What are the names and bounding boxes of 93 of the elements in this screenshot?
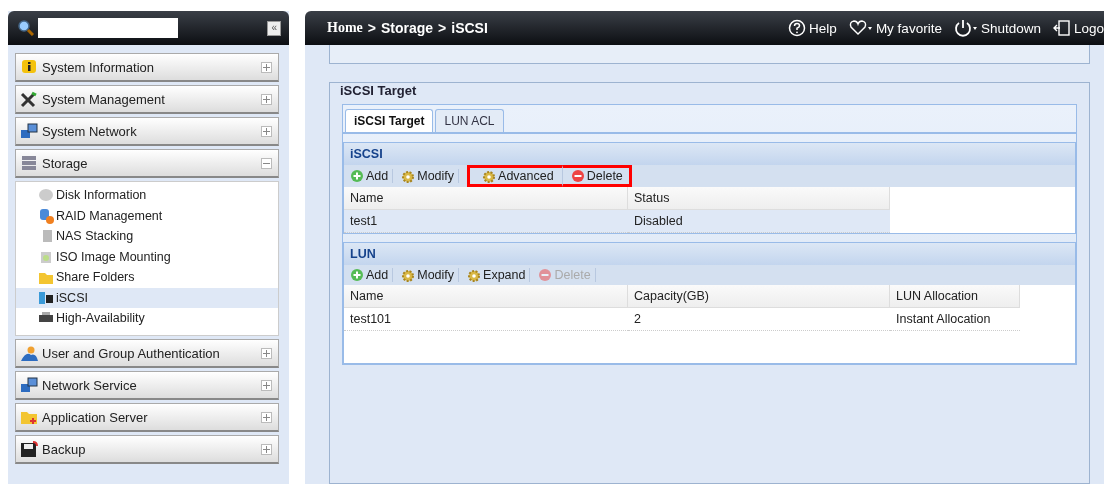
tools-icon	[20, 90, 38, 108]
tab[interactable]: LUN ACL	[435, 109, 504, 132]
breadcrumb-link[interactable]: Storage	[380, 20, 434, 36]
accordion-label: Backup	[42, 441, 87, 457]
expand-icon[interactable]	[261, 411, 272, 423]
tree-item[interactable]: iSCSI	[16, 287, 278, 308]
expand-icon[interactable]	[261, 93, 272, 105]
accordion-label: Application Server	[42, 409, 149, 425]
breadcrumb-current: iSCSI	[451, 20, 488, 36]
tree-item[interactable]: RAID Management	[16, 205, 278, 226]
plus-icon	[263, 413, 270, 421]
panel-title: iSCSI	[344, 143, 1075, 165]
accordion-header[interactable]: Application Server	[15, 403, 279, 432]
accordion-header[interactable]: System Network	[15, 117, 279, 146]
database-icon	[38, 207, 54, 224]
network-icon	[20, 122, 38, 140]
accordion-header[interactable]: Storage	[15, 149, 279, 178]
column-header[interactable]: Name	[344, 285, 628, 308]
column-header[interactable]: Status	[628, 187, 890, 210]
storage-icon	[38, 289, 54, 306]
info-icon	[20, 58, 38, 76]
accordion-header[interactable]: Backup	[15, 435, 279, 464]
breadcrumb-separator: >	[438, 20, 447, 36]
accordion-header[interactable]: Network Service	[15, 371, 279, 400]
toolbar-button[interactable]: Add	[350, 268, 394, 282]
breadcrumb-link[interactable]: Home	[327, 20, 363, 36]
add-icon	[350, 169, 364, 183]
accordion-label: Network Service	[42, 377, 138, 393]
table-cell: 2	[628, 308, 890, 331]
server-icon	[20, 154, 38, 172]
header-link[interactable]: Logo	[1052, 19, 1104, 37]
table-cell: Disabled	[628, 210, 890, 233]
accordion-header[interactable]: System Information	[15, 53, 279, 82]
expand-icon[interactable]	[261, 125, 272, 137]
plus-icon	[263, 127, 270, 135]
power-icon	[953, 19, 978, 37]
heart-icon	[848, 19, 873, 37]
column-header[interactable]: LUN Allocation	[890, 285, 1020, 308]
column-header[interactable]: Capacity(GB)	[628, 285, 890, 308]
expand-icon[interactable]	[261, 347, 272, 359]
accordion-header[interactable]: User and Group Authentication	[15, 339, 279, 368]
toolbar-button[interactable]: Modify	[401, 268, 460, 282]
tree-item[interactable]: NAS Stacking	[16, 226, 278, 247]
toolbar-button[interactable]: Expand	[467, 268, 531, 282]
gear-icon	[401, 268, 416, 282]
gear-icon	[401, 169, 416, 183]
search-icon	[18, 20, 34, 36]
network-icon	[20, 376, 38, 394]
collapse-button[interactable]: «	[267, 20, 281, 36]
door-exit-icon	[1052, 19, 1071, 37]
users-icon	[20, 344, 38, 362]
delete-icon	[538, 268, 553, 282]
toolbar-button[interactable]: Modify	[401, 169, 460, 183]
tree-item[interactable]: High-Availability	[16, 308, 278, 329]
help-icon	[788, 19, 807, 37]
accordion-header[interactable]: System Management	[15, 85, 279, 114]
expand-icon[interactable]	[261, 379, 272, 391]
collapse-icon[interactable]	[261, 157, 272, 169]
table-row[interactable]: test1 Disabled	[344, 210, 1075, 233]
table-row[interactable]: test101 2 Instant Allocation	[344, 308, 1075, 331]
expand-icon[interactable]	[261, 443, 272, 455]
accordion-label: User and Group Authentication	[42, 345, 221, 361]
table-cell: test101	[344, 308, 628, 331]
tab[interactable]: iSCSI Target	[345, 109, 434, 132]
expand-icon[interactable]	[261, 61, 272, 73]
breadcrumb-separator: >	[367, 20, 376, 36]
plus-icon	[263, 349, 270, 357]
tree-item[interactable]: Disk Information	[16, 185, 278, 206]
plus-icon	[263, 95, 270, 103]
plus-icon	[263, 63, 270, 71]
table-cell: Instant Allocation	[890, 308, 1020, 331]
gear-icon	[467, 268, 482, 282]
tree-item[interactable]: Share Folders	[16, 267, 278, 288]
plus-icon	[263, 381, 270, 389]
header-link[interactable]: My favorite	[848, 19, 942, 37]
search-field[interactable]	[18, 18, 178, 38]
delete-icon	[570, 169, 585, 183]
column-header[interactable]: Name	[344, 187, 628, 210]
disk-icon	[38, 187, 54, 204]
panel-title: LUN	[344, 243, 1075, 265]
table-cell: test1	[344, 210, 628, 233]
toolbar-button[interactable]: Advanced	[467, 165, 563, 187]
header-link[interactable]: Help	[788, 19, 837, 37]
tree-item[interactable]: ISO Image Mounting	[16, 246, 278, 267]
header-link[interactable]: Shutdown	[953, 19, 1041, 37]
accordion-label: System Network	[42, 123, 138, 139]
accordion-label: Storage	[42, 155, 89, 171]
plus-icon	[263, 445, 270, 453]
gear-icon	[482, 169, 497, 183]
accordion-label: System Management	[42, 91, 166, 107]
add-icon	[350, 268, 364, 282]
toolbar-button[interactable]: Add	[350, 169, 394, 183]
accordion-label: System Information	[42, 59, 155, 75]
